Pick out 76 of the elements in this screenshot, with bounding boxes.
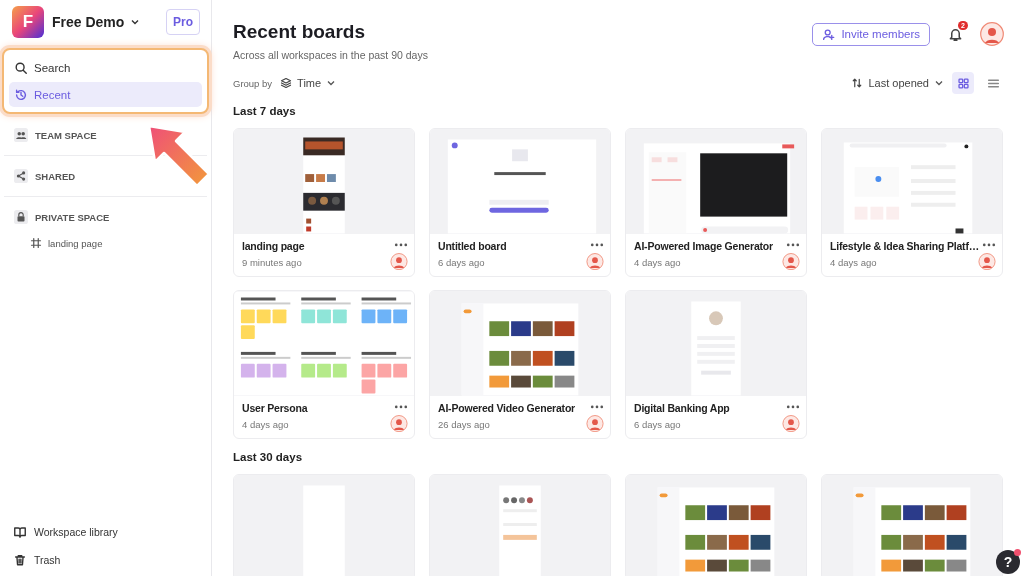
sidebar-link[interactable]: Trash (0, 546, 211, 574)
board-time: 6 days ago (438, 257, 486, 268)
chevron-down-icon (130, 17, 141, 27)
group-by-label: Group by (233, 77, 273, 89)
avatar (390, 252, 408, 270)
page-title: Recent boards (233, 21, 366, 43)
board-card[interactable]: AI-Powered Video Generator 26 days ago (429, 290, 611, 439)
board-title: Digital Banking App (634, 402, 730, 414)
avatar (978, 252, 996, 270)
chevron-down-icon (326, 78, 337, 88)
section-title: Last 30 days (233, 451, 304, 463)
section-title: Last 7 days (233, 105, 297, 117)
sort-icon (851, 77, 864, 89)
space-header[interactable]: TEAM SPACE (0, 122, 211, 148)
board-time: 6 days ago (634, 419, 682, 430)
add-user-icon (822, 27, 836, 41)
board-thumbnail[interactable] (430, 475, 610, 576)
more-icon (786, 405, 800, 409)
workspace-switcher[interactable]: Free Demo (52, 14, 158, 30)
board-card[interactable]: AI-Powered Image Generator 4 days ago (625, 128, 807, 277)
page-subtitle: Across all workspaces in the past 90 days (233, 49, 428, 61)
sort-dropdown[interactable]: Last opened (851, 77, 944, 89)
nav-item[interactable]: Recent (9, 82, 202, 107)
grid-icon (956, 76, 970, 90)
board-title: Untitled board (438, 240, 507, 252)
more-icon (394, 243, 408, 247)
board-time: 4 days ago (830, 257, 878, 268)
group-by-dropdown[interactable]: Time (280, 77, 337, 89)
board-title: landing page (242, 240, 305, 252)
board-card[interactable]: landing page 9 minutes ago (233, 128, 415, 277)
avatar (586, 414, 604, 432)
frame-icon (30, 237, 42, 249)
avatar (782, 252, 800, 270)
chevron-down-icon (934, 78, 944, 88)
more-icon (786, 243, 800, 247)
search-icon (14, 60, 28, 75)
board-link[interactable]: landing page (0, 230, 211, 256)
grid-view-button[interactable] (952, 72, 974, 94)
board-card[interactable]: User Persona 4 days ago (233, 290, 415, 439)
workspace-logo: F (12, 6, 44, 38)
avatar (782, 414, 800, 432)
nav-item[interactable]: Search (9, 55, 202, 80)
trash-icon (13, 553, 27, 567)
more-icon (590, 405, 604, 409)
history-icon (14, 87, 28, 102)
layers-icon (280, 77, 293, 89)
more-icon (394, 405, 408, 409)
avatar (586, 252, 604, 270)
board-thumbnail[interactable] (626, 475, 806, 576)
board-title: AI-Powered Video Generator (438, 402, 575, 414)
plan-badge[interactable]: Pro (166, 9, 200, 35)
board-card[interactable]: Lifestyle & Idea Sharing Platf… 4 days ago (821, 128, 1003, 277)
bell-icon (947, 26, 963, 42)
invite-button[interactable]: Invite members (812, 22, 930, 46)
avatar (980, 22, 1004, 46)
board-card[interactable]: Digital Banking App 6 days ago (625, 290, 807, 439)
people-icon (14, 128, 28, 142)
board-title: User Persona (242, 402, 308, 414)
board-thumbnail[interactable] (822, 475, 1002, 576)
board-title: AI-Powered Image Generator (634, 240, 773, 252)
board-time: 4 days ago (634, 257, 682, 268)
board-time: 9 minutes ago (242, 257, 303, 268)
help-button[interactable]: ? (996, 550, 1020, 574)
space-header[interactable]: SHARED (0, 163, 211, 189)
avatar (390, 414, 408, 432)
notification-dot (1014, 549, 1021, 556)
board-time: 26 days ago (438, 419, 491, 430)
space-header[interactable]: PRIVATE SPACE (0, 204, 211, 230)
lock-icon (14, 210, 28, 224)
sidebar-link[interactable]: Workspace library (0, 518, 211, 546)
board-time: 4 days ago (242, 419, 290, 430)
more-icon (982, 243, 996, 247)
share-icon (14, 169, 28, 183)
board-card[interactable]: Untitled board 6 days ago (429, 128, 611, 277)
book-icon (13, 525, 27, 539)
more-icon (590, 243, 604, 247)
